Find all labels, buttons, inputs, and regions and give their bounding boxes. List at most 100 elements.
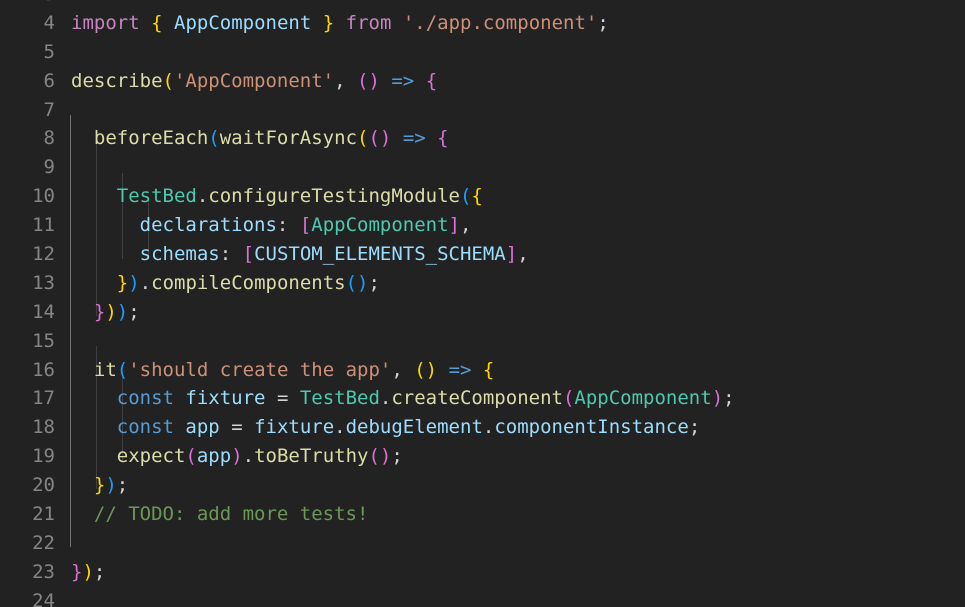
code-line[interactable]: 4 import { AppComponent } from './app.com… bbox=[0, 9, 965, 38]
line-content[interactable]: })); bbox=[71, 298, 140, 327]
token: . bbox=[379, 387, 392, 410]
code-line[interactable]: 23}); bbox=[0, 558, 965, 587]
line-number: 24 bbox=[32, 589, 55, 607]
token: TestBed bbox=[116, 185, 197, 208]
token: } bbox=[116, 271, 129, 294]
code-line[interactable]: 13 }).compileComponents(); bbox=[0, 269, 965, 298]
code-line[interactable]: 18 const app = fixture.debugElement.comp… bbox=[0, 413, 965, 442]
token: . bbox=[139, 271, 152, 294]
line-number: 12 bbox=[32, 243, 55, 266]
line-content[interactable]: const fixture = TestBed.createComponent(… bbox=[71, 384, 735, 413]
token: ; bbox=[116, 474, 129, 497]
line-number: 20 bbox=[32, 474, 55, 497]
token: 'should create the app' bbox=[128, 358, 392, 381]
code-line[interactable]: 16 it('should create the app', () => { bbox=[0, 356, 965, 385]
line-content[interactable]: describe('AppComponent', () => { bbox=[71, 67, 437, 96]
token: : bbox=[219, 243, 243, 266]
line-number: 7 bbox=[43, 98, 55, 121]
token: CUSTOM_ELEMENTS_SCHEMA bbox=[254, 243, 506, 266]
line-content[interactable]: TestBed.configureTestingModule({ bbox=[71, 182, 483, 211]
token: debugElement bbox=[345, 416, 483, 439]
token: } bbox=[93, 474, 106, 497]
code-line[interactable]: 20 }); bbox=[0, 471, 965, 500]
code-line[interactable]: 11 declarations: [AppComponent], bbox=[0, 211, 965, 240]
token: schemas bbox=[139, 243, 220, 266]
code-line[interactable]: 6 describe('AppComponent', () => { bbox=[0, 67, 965, 96]
token: declarations bbox=[139, 214, 277, 237]
token: ( bbox=[459, 185, 472, 208]
token: ) bbox=[711, 387, 724, 410]
token: ; bbox=[368, 271, 380, 294]
token: AppComponent bbox=[174, 11, 312, 34]
line-content[interactable]: }).compileComponents(); bbox=[71, 269, 380, 298]
code-line[interactable]: 5 bbox=[0, 38, 965, 67]
line-number: 5 bbox=[43, 40, 55, 63]
code-line[interactable]: 8 beforeEach(waitForAsync(() => { bbox=[0, 124, 965, 153]
code-line[interactable]: 15 bbox=[0, 327, 965, 356]
token: ) bbox=[116, 300, 129, 323]
code-line[interactable]: 7 bbox=[0, 96, 965, 125]
code-line[interactable]: 9 bbox=[0, 153, 965, 182]
token: import bbox=[71, 11, 140, 34]
token: fixture bbox=[185, 387, 266, 410]
line-content[interactable]: // TODO: add more tests! bbox=[71, 500, 369, 529]
token: ) bbox=[105, 474, 117, 497]
token: { bbox=[437, 127, 449, 150]
token: . bbox=[196, 185, 209, 208]
token: AppComponent bbox=[574, 387, 712, 410]
token: ] bbox=[505, 243, 518, 266]
code-line[interactable]: 21 // TODO: add more tests! bbox=[0, 500, 965, 529]
line-number: 8 bbox=[43, 127, 55, 150]
token: ; bbox=[128, 300, 140, 323]
line-content[interactable]: schemas: [CUSTOM_ELEMENTS_SCHEMA], bbox=[71, 240, 529, 269]
code-line[interactable]: 10 TestBed.configureTestingModule({ bbox=[0, 182, 965, 211]
token: { bbox=[482, 358, 495, 381]
token: ( bbox=[116, 358, 129, 381]
line-content[interactable]: }); bbox=[71, 471, 128, 500]
token: ( bbox=[208, 127, 220, 150]
token: ( bbox=[185, 445, 197, 468]
line-number: 17 bbox=[32, 387, 55, 410]
code-line[interactable]: 3 bbox=[0, 0, 965, 9]
line-content[interactable]: const app = fixture.debugElement.compone… bbox=[71, 413, 701, 442]
line-content[interactable]: }); bbox=[71, 558, 105, 587]
token: ( bbox=[357, 127, 369, 150]
token: fixture bbox=[254, 416, 335, 439]
code-line[interactable]: 24 bbox=[0, 587, 965, 607]
code-line[interactable]: 17 const fixture = TestBed.createCompone… bbox=[0, 384, 965, 413]
token: [ bbox=[242, 243, 255, 266]
token: ) bbox=[128, 271, 140, 294]
line-content[interactable]: import { AppComponent } from './app.comp… bbox=[71, 9, 609, 38]
token: = bbox=[219, 416, 255, 439]
token: configureTestingModule bbox=[208, 185, 460, 208]
line-content[interactable]: it('should create the app', () => { bbox=[71, 356, 494, 385]
code-line[interactable]: 19 expect(app).toBeTruthy(); bbox=[0, 442, 965, 471]
line-content[interactable]: expect(app).toBeTruthy(); bbox=[71, 442, 403, 471]
code-editor[interactable]: 3 4 import { AppComponent } from './app.co… bbox=[0, 0, 965, 607]
token: , bbox=[391, 358, 415, 381]
token: compileComponents bbox=[151, 271, 346, 294]
token: () bbox=[414, 358, 438, 381]
line-number: 6 bbox=[43, 69, 55, 92]
code-line[interactable]: 22 bbox=[0, 529, 965, 558]
line-number: 13 bbox=[32, 271, 55, 294]
token: createComponent bbox=[391, 387, 563, 410]
line-content[interactable]: beforeEach(waitForAsync(() => { bbox=[71, 124, 449, 153]
token: { bbox=[471, 185, 483, 208]
code-line[interactable]: 12 schemas: [CUSTOM_ELEMENTS_SCHEMA], bbox=[0, 240, 965, 269]
token: . bbox=[482, 416, 495, 439]
code-line[interactable]: 14 })); bbox=[0, 298, 965, 327]
line-content[interactable]: declarations: [AppComponent], bbox=[71, 211, 472, 240]
